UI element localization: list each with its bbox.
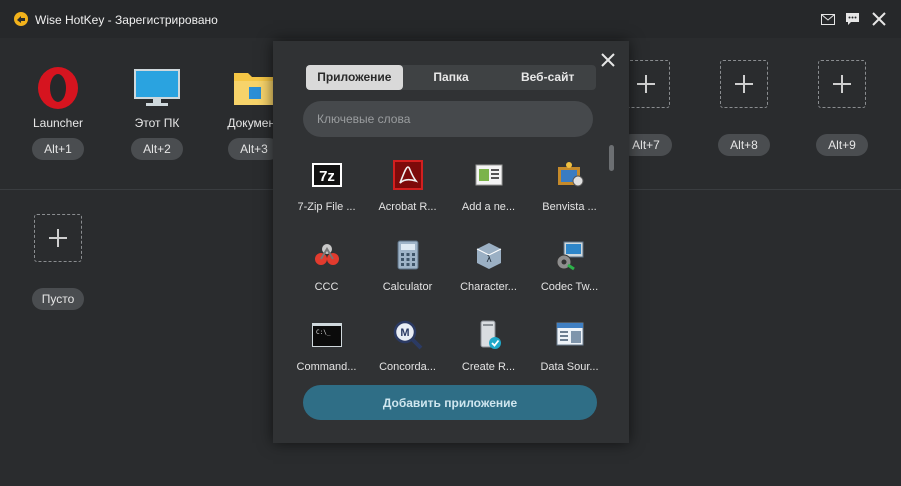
benvista-icon: [557, 162, 583, 187]
type-tabs: Приложение Папка Веб-сайт: [306, 65, 596, 90]
svg-text:M: M: [400, 327, 409, 339]
close-icon[interactable]: [870, 10, 888, 28]
command-prompt-icon: C:\_: [311, 323, 342, 347]
slot-alt-1[interactable]: Launcher Alt+1: [18, 64, 98, 160]
slot-label: [802, 112, 882, 126]
plus-icon[interactable]: [34, 214, 82, 262]
hotkey-pill[interactable]: Alt+2: [131, 138, 183, 160]
tab-folder[interactable]: Папка: [403, 65, 500, 90]
wise-hotkey-logo-icon: [14, 12, 28, 26]
monitor-icon: [133, 64, 181, 112]
scrollbar[interactable]: [609, 145, 614, 171]
svg-text:C:\_: C:\_: [316, 329, 331, 336]
app-name: 7-Zip File ...: [297, 201, 356, 213]
slot-alt-9[interactable]: Alt+9: [802, 60, 882, 156]
search-input[interactable]: [303, 101, 593, 137]
tab-website[interactable]: Веб-сайт: [499, 65, 596, 90]
app-name: Concorda...: [379, 361, 436, 373]
codec-tweak-icon: [556, 241, 583, 271]
add-network-icon: [475, 164, 502, 186]
app-name: Benvista ...: [542, 201, 597, 213]
app-name: CCC: [314, 281, 339, 293]
close-icon[interactable]: [601, 53, 617, 69]
opera-icon: [34, 64, 82, 112]
app-item-calculator[interactable]: Calculator: [367, 233, 448, 303]
app-item-codec-tweak[interactable]: Codec Tw...: [529, 233, 610, 303]
app-item-command-prompt[interactable]: C:\_ Command...: [286, 313, 367, 383]
app-item-data-sources[interactable]: Data Sour...: [529, 313, 610, 383]
add-application-button[interactable]: Добавить приложение: [303, 385, 597, 420]
app-name: Create R...: [461, 361, 516, 373]
app-name: Add a ne...: [461, 201, 516, 213]
acrobat-icon: [392, 160, 423, 190]
feedback-icon[interactable]: [843, 10, 861, 28]
app-name: Calculator: [382, 281, 433, 293]
folder-icon: [230, 64, 278, 112]
svg-text:7z: 7z: [319, 168, 335, 185]
hotkey-pill[interactable]: Пусто: [32, 288, 84, 310]
hotkey-pill[interactable]: Alt+8: [718, 134, 770, 156]
7zip-icon: 7z: [311, 163, 342, 187]
app-item-character-map[interactable]: λ Character...: [448, 233, 529, 303]
slot-label: [18, 266, 98, 280]
calculator-icon: [397, 240, 418, 270]
app-item-ccc[interactable]: CCC: [286, 233, 367, 303]
app-name: Codec Tw...: [540, 281, 599, 293]
tab-application[interactable]: Приложение: [306, 65, 403, 90]
app-grid: 7z 7-Zip File ... Acrobat R... Add a ne.…: [286, 153, 610, 373]
slot-label: Этот ПК: [134, 116, 180, 130]
app-item-concordance[interactable]: M Concorda...: [367, 313, 448, 383]
slot-empty[interactable]: Пусто: [18, 214, 98, 310]
plus-icon[interactable]: [720, 60, 768, 108]
character-map-icon: λ: [476, 243, 501, 269]
app-item-acrobat[interactable]: Acrobat R...: [367, 153, 448, 223]
slot-label: [704, 112, 784, 126]
concordance-icon: M: [393, 320, 422, 350]
hotkey-pill[interactable]: Alt+9: [816, 134, 868, 156]
slot-alt-8[interactable]: Alt+8: [704, 60, 784, 156]
slot-alt-2[interactable]: Этот ПК Alt+2: [117, 64, 197, 160]
app-item-add-network[interactable]: Add a ne...: [448, 153, 529, 223]
window-title: Wise HotKey - Зарегистрировано: [35, 13, 218, 27]
title-bar: Wise HotKey - Зарегистрировано: [0, 0, 901, 38]
app-item-7zip[interactable]: 7z 7-Zip File ...: [286, 153, 367, 223]
slot-label: Launcher: [32, 116, 84, 130]
hotkey-pill[interactable]: Alt+1: [32, 138, 84, 160]
app-name: Command...: [296, 361, 357, 373]
create-recovery-icon: [480, 320, 501, 349]
app-item-benvista[interactable]: Benvista ...: [529, 153, 610, 223]
app-name: Character...: [460, 281, 517, 293]
plus-icon[interactable]: [622, 60, 670, 108]
ccc-icon: [314, 244, 339, 265]
mail-icon[interactable]: [819, 10, 837, 28]
data-sources-icon: [556, 322, 583, 346]
add-shortcut-dialog: Приложение Папка Веб-сайт 7z 7-Zip File …: [273, 41, 629, 443]
app-item-create-recovery[interactable]: Create R...: [448, 313, 529, 383]
plus-icon[interactable]: [818, 60, 866, 108]
app-name: Data Sour...: [540, 361, 599, 373]
svg-text:λ: λ: [486, 255, 492, 265]
app-name: Acrobat R...: [378, 201, 437, 213]
